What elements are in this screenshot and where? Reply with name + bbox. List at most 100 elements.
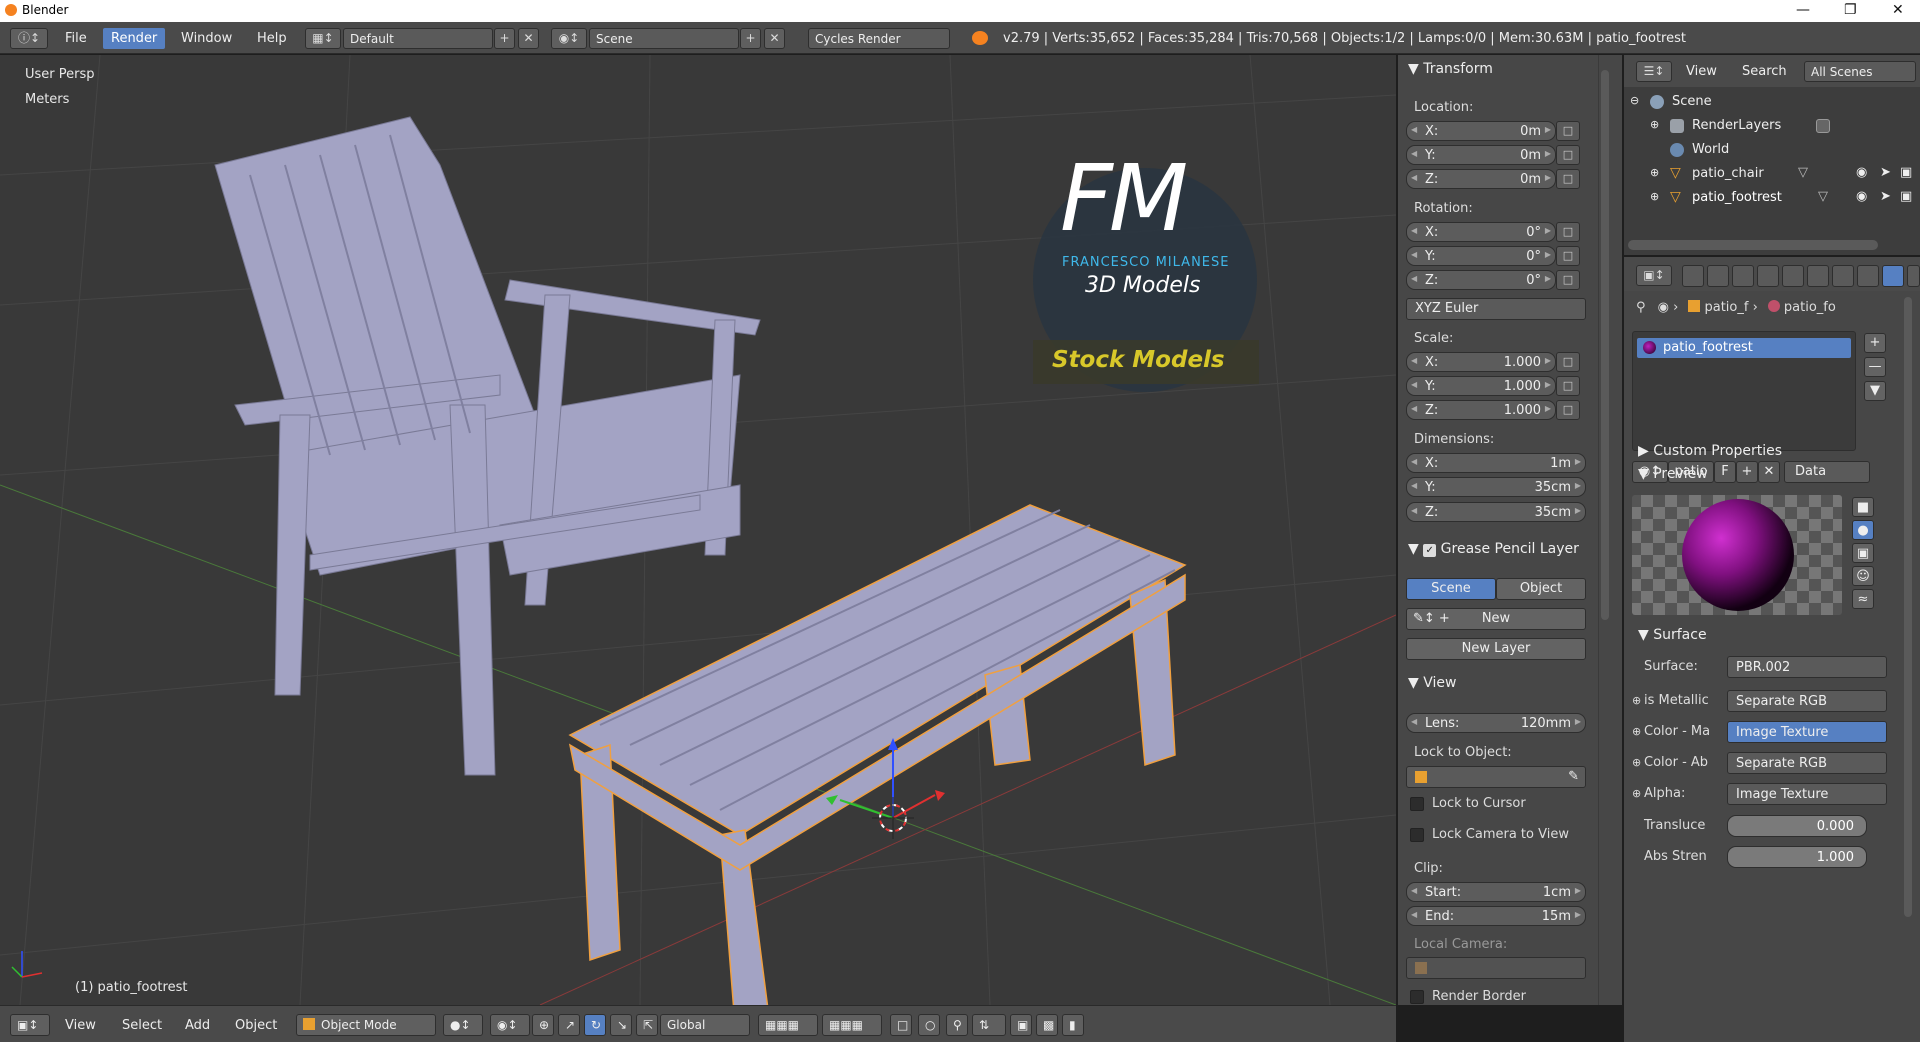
surface-shader-field[interactable]: PBR.002 [1727, 656, 1887, 678]
clip-end-field[interactable]: ◀ End: 15m ▶ [1406, 906, 1586, 926]
preview-flat-icon[interactable]: ■ [1852, 497, 1874, 517]
visibility-eye-icon[interactable]: ◉ [1856, 165, 1867, 180]
transform-panel-header[interactable]: ▼ Transform [1408, 61, 1493, 77]
outliner-row-scene[interactable]: ⊖ Scene [1624, 91, 1920, 115]
lock-icon[interactable]: □ [1556, 352, 1580, 372]
menu-object[interactable]: Object [235, 1018, 277, 1033]
lock-cursor-checkbox[interactable] [1410, 797, 1424, 811]
location-z-field[interactable]: ◀ Z: 0m ▶ [1406, 169, 1556, 189]
shading-select[interactable]: ●↕ [443, 1014, 483, 1036]
menu-select[interactable]: Select [122, 1018, 162, 1033]
outliner-row-world[interactable]: World [1624, 139, 1920, 163]
snap-toggle-icon[interactable]: ⚲ [946, 1014, 968, 1036]
input-link-icon[interactable]: ⊕ [1632, 725, 1641, 738]
preview-sphere-icon[interactable]: ● [1852, 520, 1874, 540]
scene-field[interactable]: Scene [589, 28, 739, 49]
input-link-icon[interactable]: ⊕ [1632, 756, 1641, 769]
screen-layout-field[interactable]: Default [343, 28, 493, 49]
menu-file[interactable]: File [65, 31, 87, 46]
abs-strength-slider[interactable]: 1.000 [1727, 846, 1867, 868]
shelf-scrollbar[interactable] [1601, 70, 1609, 620]
remove-scene-icon[interactable]: ✕ [764, 28, 785, 49]
lock-icon[interactable]: □ [1556, 270, 1580, 290]
manipulator-toggle-icon[interactable]: ⊕ [532, 1014, 554, 1036]
proportional-edit-icon[interactable]: ○ [918, 1014, 940, 1036]
gp-scene-button[interactable]: Scene [1406, 578, 1496, 600]
rotation-mode-select[interactable]: XYZ Euler [1406, 298, 1586, 320]
3d-cursor-icon[interactable] [872, 797, 914, 839]
select-arrow-icon[interactable]: ➤ [1880, 165, 1891, 180]
material-slot-item[interactable]: patio_footrest [1637, 338, 1851, 358]
location-x-field[interactable]: ◀ X: 0m ▶ [1406, 121, 1556, 141]
eyedropper-icon[interactable]: ✎ [1568, 767, 1579, 787]
rotate-icon[interactable]: ↻ [584, 1014, 606, 1036]
preview-cube-icon[interactable]: ▣ [1852, 543, 1874, 563]
input-node-field[interactable]: Separate RGB [1727, 690, 1887, 712]
scene-tab-icon[interactable] [1732, 265, 1754, 287]
lock-icon[interactable]: □ [1556, 145, 1580, 165]
editor-type-3d-icon[interactable]: ▣↕ [10, 1014, 50, 1036]
menu-add[interactable]: Add [185, 1018, 210, 1033]
link-select[interactable]: Data [1784, 461, 1870, 483]
object-tab-icon[interactable] [1782, 265, 1804, 287]
outliner-row-renderlayers[interactable]: ⊕ RenderLayers [1624, 115, 1920, 139]
lock-icon[interactable]: □ [1556, 376, 1580, 396]
material-tab-icon[interactable] [1882, 265, 1904, 287]
menu-view[interactable]: View [65, 1018, 96, 1033]
menu-window[interactable]: Window [181, 31, 232, 46]
local-camera-field[interactable] [1406, 957, 1586, 979]
outliner-menu-search[interactable]: Search [1742, 64, 1787, 79]
mode-select[interactable]: Object Mode [296, 1014, 436, 1036]
menu-help[interactable]: Help [257, 31, 287, 46]
remove-layout-icon[interactable]: ✕ [518, 28, 539, 49]
material-slot-list[interactable]: patio_footrest [1632, 331, 1856, 451]
location-y-field[interactable]: ◀ Y: 0m ▶ [1406, 145, 1556, 165]
render-layers-tab-icon[interactable] [1707, 265, 1729, 287]
lens-field[interactable]: ◀ Lens: 120mm ▶ [1406, 713, 1586, 733]
scale-icon[interactable]: ↘ [610, 1014, 632, 1036]
render-tab-icon[interactable] [1682, 265, 1704, 287]
surface-panel-header[interactable]: ▼ Surface [1638, 627, 1707, 643]
scene-icon[interactable]: ◉↕ [551, 28, 587, 49]
render-camera-icon[interactable]: ▣ [1900, 189, 1912, 204]
gp-new-layer-button[interactable]: New Layer [1406, 638, 1586, 660]
patio-chair-mesh[interactable] [214, 116, 761, 776]
restore-icon[interactable]: ❐ [1844, 2, 1857, 18]
layers-row2-icon[interactable]: ▦▦▦ [822, 1014, 882, 1036]
properties-editor-icon[interactable]: ▣↕ [1636, 265, 1672, 286]
fake-user-button[interactable]: F [1714, 461, 1736, 483]
lock-icon[interactable]: □ [1556, 400, 1580, 420]
screen-layout-icon[interactable]: ▦↕ [305, 28, 341, 49]
slot-specials-icon[interactable]: ▼ [1864, 381, 1886, 401]
add-scene-icon[interactable]: + [740, 28, 761, 49]
expand-icon[interactable]: ⊕ [1650, 190, 1659, 203]
input-link-icon[interactable]: ⊕ [1632, 694, 1641, 707]
menu-render[interactable]: Render [103, 28, 166, 49]
preview-header[interactable]: ▼ Preview [1638, 466, 1708, 482]
visibility-eye-icon[interactable]: ◉ [1856, 189, 1867, 204]
outliner-menu-view[interactable]: View [1686, 64, 1717, 79]
opengl-anim-icon[interactable]: ▮ [1062, 1014, 1084, 1036]
lock-icon[interactable]: □ [1556, 121, 1580, 141]
add-slot-icon[interactable]: + [1864, 333, 1886, 353]
editor-type-icon[interactable]: ⓘ↕ [10, 28, 48, 49]
input-node-field[interactable]: Separate RGB [1727, 752, 1887, 774]
add-layout-icon[interactable]: + [494, 28, 515, 49]
render-camera-icon[interactable]: ▣ [1900, 165, 1912, 180]
unlink-material-icon[interactable]: ✕ [1758, 461, 1780, 483]
custom-props-header[interactable]: ▶ Custom Properties [1638, 443, 1782, 459]
snap-element-icon[interactable]: ⇅ [972, 1014, 1006, 1036]
lock-layers-icon[interactable]: □ [890, 1014, 912, 1036]
modifiers-tab-icon[interactable] [1832, 265, 1854, 287]
input-node-field[interactable]: Image Texture [1727, 783, 1887, 805]
pivot-select[interactable]: ◉↕ [490, 1014, 530, 1036]
layers-row1-icon[interactable]: ▦▦▦ [758, 1014, 818, 1036]
outliner-filter-select[interactable]: All Scenes [1804, 61, 1916, 82]
scale-x-field[interactable]: ◀ X: 1.000 ▶ [1406, 352, 1556, 372]
pin-icon[interactable]: ⚲ [1636, 300, 1646, 315]
lock-icon[interactable]: □ [1556, 246, 1580, 266]
dimension-z-field[interactable]: ◀ Z: 35cm ▶ [1406, 502, 1586, 522]
translate-icon[interactable]: ↗ [558, 1014, 580, 1036]
render-preview-icon[interactable]: ▣ [1010, 1014, 1032, 1036]
preview-hair-icon[interactable]: ≈ [1852, 589, 1874, 609]
